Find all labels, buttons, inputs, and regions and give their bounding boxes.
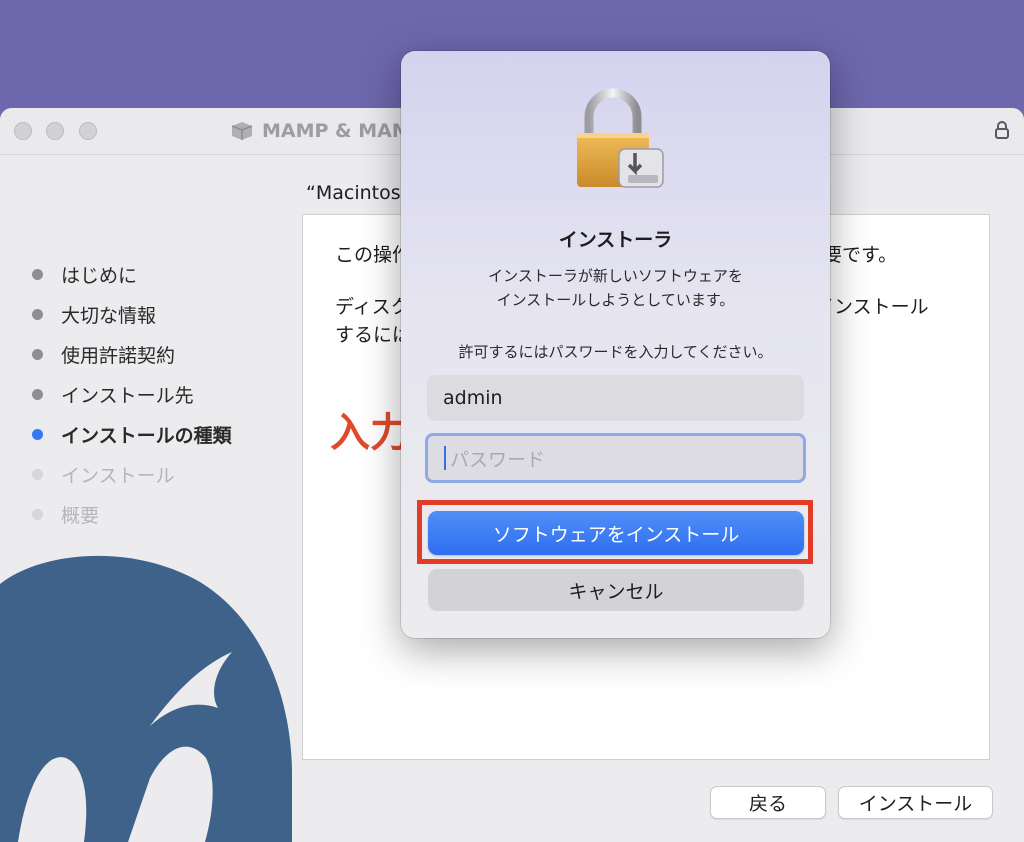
lock-icon bbox=[577, 88, 664, 188]
step-label: インストール bbox=[61, 464, 175, 487]
username-value: admin bbox=[443, 387, 503, 409]
step-item: はじめに bbox=[32, 254, 232, 294]
password-placeholder: パスワード bbox=[450, 448, 546, 471]
step-dot bbox=[32, 268, 43, 280]
step-label: インストール先 bbox=[61, 384, 194, 407]
close-window-button[interactable] bbox=[14, 122, 32, 140]
content-line: 要です。 bbox=[823, 244, 898, 266]
lock-icon[interactable] bbox=[994, 120, 1010, 140]
step-item: インストール先 bbox=[32, 374, 232, 414]
content-line: するには bbox=[335, 324, 412, 346]
step-item-active: インストールの種類 bbox=[32, 414, 232, 454]
dialog-message: インストールしようとしています。 bbox=[496, 291, 735, 309]
zoom-window-button[interactable] bbox=[79, 122, 97, 140]
content-line: この操作 bbox=[335, 244, 412, 266]
step-dot bbox=[32, 348, 43, 360]
text-caret bbox=[444, 446, 446, 470]
password-field[interactable]: パスワード bbox=[425, 433, 806, 483]
highlight-box bbox=[417, 500, 813, 564]
step-label: インストールの種類 bbox=[61, 424, 232, 447]
step-item: 概要 bbox=[32, 494, 232, 534]
step-dot bbox=[32, 508, 43, 520]
step-list: はじめに 大切な情報 使用許諾契約 インストール先 インストールの種類 インスト… bbox=[32, 254, 232, 534]
cancel-button[interactable]: キャンセル bbox=[428, 569, 804, 611]
main-heading: “Macintos bbox=[306, 182, 401, 204]
username-field[interactable]: admin bbox=[427, 375, 804, 421]
step-dot bbox=[32, 428, 43, 440]
step-label: 使用許諾契約 bbox=[61, 344, 176, 367]
auth-dialog: インストーラ インストーラが新しいソフトウェアを インストールしようとしています… bbox=[401, 51, 830, 638]
minimize-window-button[interactable] bbox=[46, 122, 64, 140]
step-label: はじめに bbox=[61, 264, 138, 287]
content-line: インストール bbox=[815, 296, 929, 318]
annotation-label: 入力 bbox=[330, 410, 410, 456]
mamp-elephant-logo bbox=[0, 555, 292, 842]
step-dot bbox=[32, 468, 43, 480]
package-icon bbox=[231, 122, 253, 140]
step-item: 使用許諾契約 bbox=[32, 334, 232, 374]
install-button[interactable]: インストール bbox=[838, 786, 993, 819]
window-title: MAMP & MAMP bbox=[230, 120, 425, 142]
step-label: 概要 bbox=[61, 504, 100, 527]
step-dot bbox=[32, 388, 43, 400]
step-label: 大切な情報 bbox=[61, 304, 157, 327]
back-button[interactable]: 戻る bbox=[710, 786, 826, 819]
step-item: 大切な情報 bbox=[32, 294, 232, 334]
dialog-title: インストーラ bbox=[558, 229, 673, 251]
dialog-message: インストーラが新しいソフトウェアを bbox=[488, 267, 743, 285]
content-line: ディスク bbox=[335, 296, 410, 318]
step-dot bbox=[32, 308, 43, 320]
step-item: インストール bbox=[32, 454, 232, 494]
dialog-prompt: 許可するにはパスワードを入力してください。 bbox=[458, 343, 773, 361]
